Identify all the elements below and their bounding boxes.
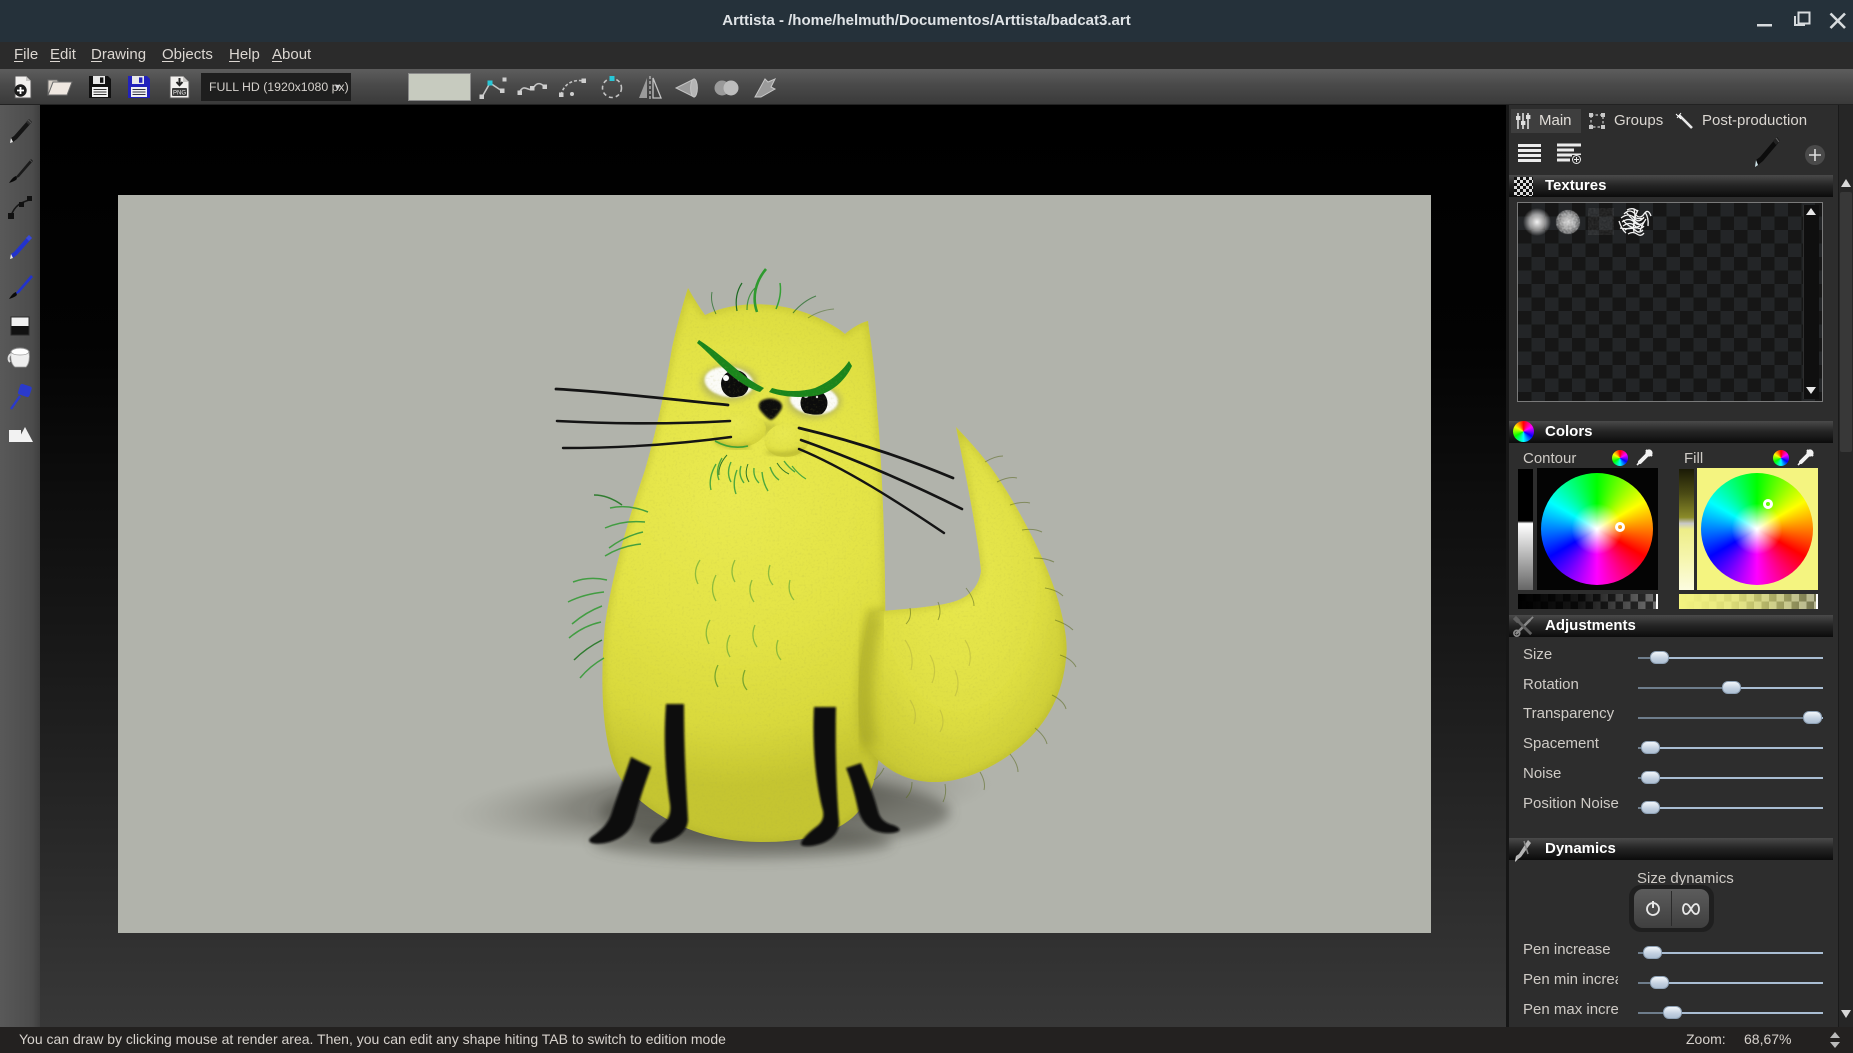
svg-text:PNG: PNG <box>173 90 186 96</box>
